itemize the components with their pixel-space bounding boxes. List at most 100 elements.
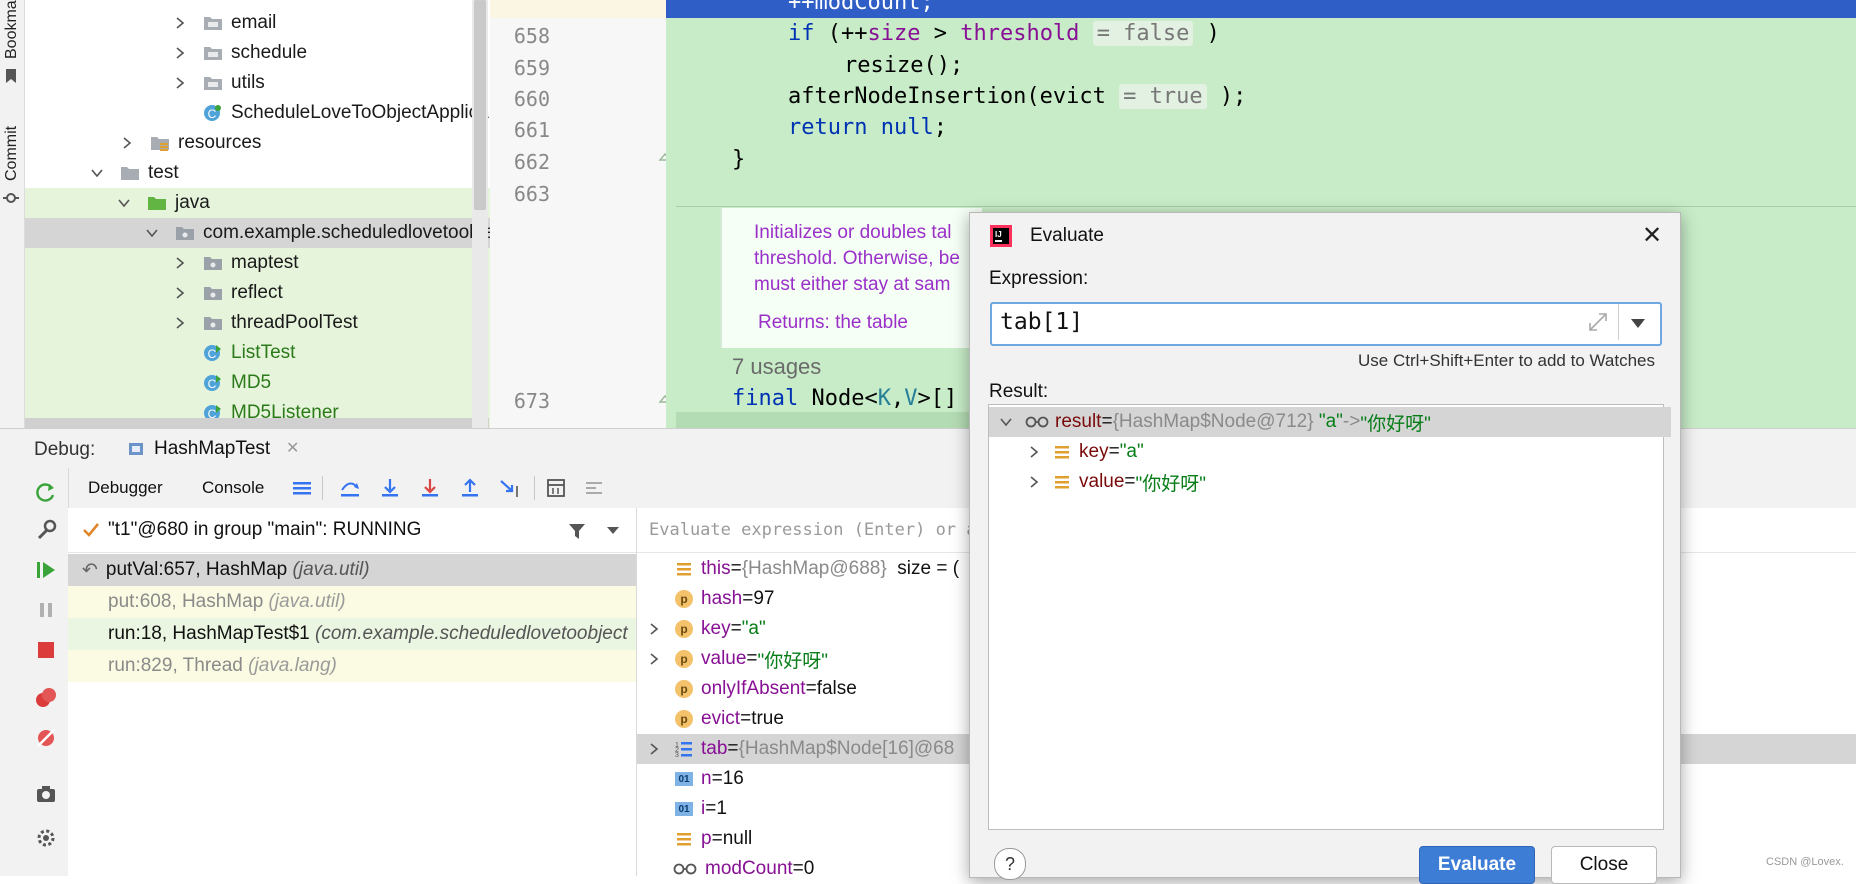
mute-breakpoints-icon[interactable] xyxy=(32,724,60,752)
parameter-icon: p xyxy=(675,650,693,668)
chevron-right-icon[interactable] xyxy=(1027,445,1041,459)
variable-eq: = xyxy=(746,648,758,669)
camera-icon[interactable] xyxy=(32,780,60,808)
chevron-right-icon[interactable] xyxy=(173,46,187,60)
variable-value: 0 xyxy=(803,858,815,879)
chevron-right-icon[interactable] xyxy=(173,256,187,270)
tab-label: Console xyxy=(202,478,265,497)
force-step-into-icon[interactable] xyxy=(416,474,444,502)
stop-icon[interactable] xyxy=(32,636,60,664)
variable-extra: size = ( xyxy=(897,558,960,579)
project-tree: email schedule utils C ScheduleLoveToObj… xyxy=(25,0,667,428)
keyword: null xyxy=(880,115,934,140)
watch-glasses-icon xyxy=(1025,416,1049,428)
stack-frame[interactable]: run:829, Thread (java.lang) xyxy=(68,650,636,682)
chevron-right-icon[interactable] xyxy=(1027,475,1041,489)
return-arrow-icon: ↶ xyxy=(82,559,98,581)
chevron-right-icon[interactable] xyxy=(647,622,661,636)
pause-icon[interactable] xyxy=(32,596,60,624)
watermark: CSDN @Lovex. xyxy=(1766,856,1844,868)
expand-icon[interactable] xyxy=(1588,312,1608,332)
chevron-down-icon[interactable] xyxy=(606,526,620,536)
variable-value: false xyxy=(816,678,857,699)
expression-input[interactable]: tab[1] xyxy=(990,302,1662,346)
wrench-icon[interactable] xyxy=(32,516,60,544)
tab-console[interactable]: Console xyxy=(190,468,280,508)
chevron-right-icon[interactable] xyxy=(173,76,187,90)
debug-session-name: HashMapTest xyxy=(154,438,271,459)
close-icon[interactable]: ✕ xyxy=(286,438,299,458)
history-dropdown-icon[interactable] xyxy=(1630,318,1646,330)
dialog-title: Evaluate xyxy=(1030,225,1104,246)
next-line-highlight xyxy=(676,412,976,428)
view-breakpoints-icon[interactable] xyxy=(32,684,60,712)
child-value: "a" xyxy=(1119,441,1144,462)
field-icon xyxy=(1053,443,1071,461)
chevron-down-icon[interactable] xyxy=(999,415,1013,429)
settings-gear-icon[interactable] xyxy=(32,824,60,852)
step-out-icon[interactable] xyxy=(456,474,484,502)
result-row[interactable]: result = {HashMap$Node@712} "a" -> "你好呀" xyxy=(989,407,1671,437)
doc-line: must either stay at sam xyxy=(754,274,951,295)
layout-menu-icon[interactable] xyxy=(288,474,316,502)
tab-debugger[interactable]: Debugger xyxy=(76,468,180,511)
filter-icon[interactable] xyxy=(568,522,586,540)
code-text: afterNodeInsertion(evict xyxy=(788,84,1106,109)
tree-item-label: resources xyxy=(178,132,262,153)
evaluate-button[interactable]: Evaluate xyxy=(1419,846,1535,884)
close-icon[interactable]: ✕ xyxy=(1642,221,1662,250)
variable-eq: = xyxy=(742,588,754,609)
parameter-icon: p xyxy=(675,710,693,728)
test-source-folder-icon xyxy=(148,197,166,210)
child-value: "你好呀" xyxy=(1135,473,1207,495)
stack-frame[interactable]: run:18, HashMapTest$1 (com.example.sched… xyxy=(68,618,636,650)
line-number: 660 xyxy=(513,87,550,111)
variable-eq: = xyxy=(740,708,752,729)
chevron-right-icon[interactable] xyxy=(647,742,661,756)
chevron-right-icon[interactable] xyxy=(173,316,187,330)
evaluate-expression-icon[interactable] xyxy=(542,474,570,502)
chevron-down-icon[interactable] xyxy=(90,166,104,180)
help-button[interactable]: ? xyxy=(994,848,1026,880)
folder-icon xyxy=(204,17,222,30)
variable-eq: = xyxy=(792,858,804,879)
line-number: 659 xyxy=(513,56,550,80)
package-icon xyxy=(176,227,194,240)
usages-hint[interactable]: 7 usages xyxy=(732,354,821,380)
chevron-down-icon[interactable] xyxy=(145,226,159,240)
resources-folder-icon xyxy=(151,137,169,151)
chevron-right-icon[interactable] xyxy=(647,652,661,666)
result-child-row[interactable]: key = "a" xyxy=(989,437,1699,467)
step-over-icon[interactable] xyxy=(336,474,364,502)
step-into-icon[interactable] xyxy=(376,474,404,502)
variable-value: 1 xyxy=(716,798,727,819)
debug-session-tab[interactable]: HashMapTest ✕ xyxy=(112,429,302,472)
chevron-down-icon[interactable] xyxy=(117,196,131,210)
commit-tab[interactable]: Commit xyxy=(0,118,24,188)
keyword: if xyxy=(788,21,815,46)
result-child-row[interactable]: value = "你好呀" xyxy=(989,467,1699,497)
tree-item-label: ListTest xyxy=(231,342,296,363)
tree-scrollbar-thumb[interactable] xyxy=(474,0,486,210)
chevron-right-icon[interactable] xyxy=(120,136,134,150)
frame-package: (java.util) xyxy=(292,559,370,580)
code-text: ; xyxy=(933,115,947,140)
run-to-cursor-icon[interactable] xyxy=(496,474,524,502)
bookmarks-tab[interactable]: Bookma xyxy=(0,0,24,60)
doc-line: Initializes or doubles tal xyxy=(754,222,952,243)
stack-frame[interactable]: put:608, HashMap (java.util) xyxy=(68,586,636,618)
rerun-icon[interactable] xyxy=(32,478,60,506)
frames-panel: "t1"@680 in group "main": RUNNING ↶ putV… xyxy=(68,508,637,876)
result-name: result xyxy=(1055,411,1102,432)
thread-selector[interactable]: "t1"@680 in group "main": RUNNING xyxy=(68,508,636,553)
chevron-right-icon[interactable] xyxy=(173,286,187,300)
close-button[interactable]: Close xyxy=(1551,846,1657,884)
stack-frame[interactable]: ↶ putVal:657, HashMap (java.util) xyxy=(68,554,636,586)
variable-name: key xyxy=(701,618,731,639)
trace-stream-icon[interactable] xyxy=(580,474,608,502)
code-text: ); xyxy=(1206,84,1247,109)
rendered-javadoc: Initializes or doubles tal threshold. Ot… xyxy=(720,208,982,348)
chevron-right-icon[interactable] xyxy=(173,16,187,30)
resume-icon[interactable] xyxy=(32,556,60,584)
horizontal-scrollbar[interactable] xyxy=(25,418,489,428)
